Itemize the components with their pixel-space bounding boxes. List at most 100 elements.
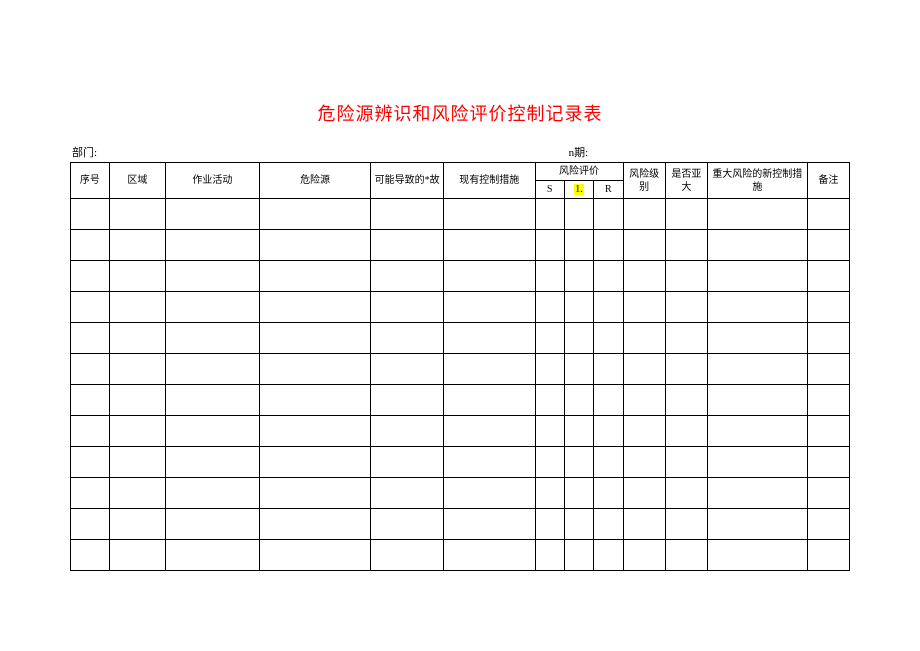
table-row [71, 354, 850, 385]
table-cell [623, 292, 665, 323]
table-cell [535, 230, 564, 261]
table-cell [71, 292, 110, 323]
table-cell [623, 354, 665, 385]
table-cell [259, 478, 370, 509]
table-cell [707, 323, 807, 354]
table-cell [665, 540, 707, 571]
table-cell [71, 385, 110, 416]
table-cell [665, 199, 707, 230]
table-cell [807, 540, 849, 571]
table-cell [259, 509, 370, 540]
table-cell [109, 230, 165, 261]
table-cell [564, 540, 593, 571]
table-cell [259, 230, 370, 261]
table-cell [535, 478, 564, 509]
table-cell [444, 230, 536, 261]
table-row [71, 416, 850, 447]
table-cell [707, 509, 807, 540]
table-cell [623, 261, 665, 292]
table-cell [444, 509, 536, 540]
table-cell [71, 447, 110, 478]
table-cell [564, 509, 593, 540]
table-cell [109, 385, 165, 416]
header-activity: 作业活动 [166, 163, 260, 199]
table-row [71, 385, 850, 416]
table-cell [259, 385, 370, 416]
table-cell [444, 416, 536, 447]
table-cell [623, 323, 665, 354]
table-cell [535, 509, 564, 540]
table-cell [109, 509, 165, 540]
table-cell [109, 416, 165, 447]
table-cell [707, 230, 807, 261]
table-cell [444, 292, 536, 323]
table-cell [594, 509, 623, 540]
table-cell [807, 416, 849, 447]
table-cell [623, 447, 665, 478]
header-remark: 备注 [807, 163, 849, 199]
header-row-1: 序号 区域 作业活动 危险源 可能导致的*故 现有控制措施 风险评价 风险级别 … [71, 163, 850, 181]
table-cell [444, 261, 536, 292]
header-eval-s: S [535, 181, 564, 199]
table-cell [807, 447, 849, 478]
table-cell [259, 292, 370, 323]
table-cell [535, 323, 564, 354]
table-cell [371, 292, 444, 323]
table-cell [807, 292, 849, 323]
table-cell [109, 261, 165, 292]
table-cell [623, 416, 665, 447]
table-row [71, 230, 850, 261]
table-cell [594, 478, 623, 509]
table-cell [109, 292, 165, 323]
table-cell [71, 478, 110, 509]
table-cell [623, 199, 665, 230]
table-cell [71, 230, 110, 261]
table-cell [807, 230, 849, 261]
table-cell [807, 385, 849, 416]
table-body [71, 199, 850, 571]
table-cell [444, 447, 536, 478]
table-cell [259, 354, 370, 385]
table-cell [623, 478, 665, 509]
table-cell [371, 323, 444, 354]
header-measure: 现有控制措施 [444, 163, 536, 199]
table-cell [564, 261, 593, 292]
document-page: 危险源辨识和风险评价控制记录表 部门: n期: 序号 区域 作业 [0, 0, 920, 621]
table-cell [594, 261, 623, 292]
table-row [71, 540, 850, 571]
table-cell [564, 199, 593, 230]
table-cell [109, 540, 165, 571]
table-cell [564, 323, 593, 354]
table-cell [444, 478, 536, 509]
header-newmeasure: 重大风险的新控制措施 [707, 163, 807, 199]
table-cell [109, 447, 165, 478]
table-cell [594, 199, 623, 230]
table-cell [665, 354, 707, 385]
table-cell [371, 261, 444, 292]
table-cell [707, 447, 807, 478]
table-cell [166, 261, 260, 292]
table-cell [535, 416, 564, 447]
table-cell [594, 385, 623, 416]
table-cell [71, 540, 110, 571]
table-cell [71, 323, 110, 354]
table-row [71, 323, 850, 354]
table-cell [371, 540, 444, 571]
table-cell [564, 447, 593, 478]
header-area: 区域 [109, 163, 165, 199]
table-row [71, 261, 850, 292]
header-eval-group: 风险评价 [535, 163, 623, 181]
header-major: 是否亚大 [665, 163, 707, 199]
table-cell [166, 354, 260, 385]
table-cell [707, 478, 807, 509]
table-cell [166, 323, 260, 354]
table-cell [71, 354, 110, 385]
table-cell [535, 199, 564, 230]
table-cell [665, 447, 707, 478]
table-cell [665, 509, 707, 540]
table-cell [564, 385, 593, 416]
table-cell [564, 478, 593, 509]
table-cell [623, 540, 665, 571]
table-cell [166, 509, 260, 540]
table-cell [707, 385, 807, 416]
